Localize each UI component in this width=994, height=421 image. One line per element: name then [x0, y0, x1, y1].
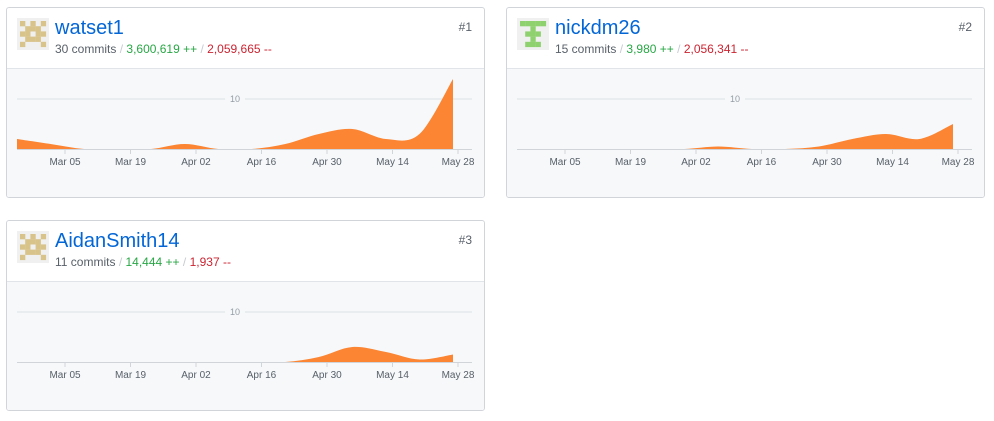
separator: / [119, 42, 124, 56]
x-tick-label: Mar 05 [49, 157, 81, 168]
commit-area [517, 124, 953, 149]
x-tick-label: Apr 30 [812, 157, 842, 168]
rank-label: #3 [458, 233, 472, 247]
commit-count[interactable]: 11 commits [55, 255, 115, 269]
x-tick-label: Apr 02 [181, 157, 211, 168]
deletions-count: 2,056,341 -- [683, 42, 749, 56]
contributor-username-link[interactable]: nickdm26 [555, 16, 641, 40]
commit-area [17, 346, 453, 362]
separator: / [182, 255, 187, 269]
deletions-count: 2,059,665 -- [207, 42, 272, 56]
contributor-stats: 15 commits / 3,980 ++ / 2,056,341 -- [555, 41, 749, 57]
separator: / [200, 42, 204, 56]
commit-count[interactable]: 15 commits [555, 42, 616, 56]
x-tick-label: May 14 [376, 370, 409, 381]
x-tick-label: Apr 16 [747, 157, 777, 168]
area-chart-svg: 10 Mar 05 Mar 19 Apr 02 Apr 16 Apr 30 May 14 Ma… [17, 79, 475, 168]
card-header: AidanSmith14 11 commits / 14,444 ++ / 1,… [7, 221, 484, 281]
card-header: watset1 30 commits / 3,600,619 ++ / 2,05… [7, 8, 484, 68]
commit-count[interactable]: 30 commits [55, 42, 116, 56]
contributor-card-2: nickdm26 15 commits / 3,980 ++ / 2,056,3… [506, 7, 985, 198]
contributor-card-3: AidanSmith14 11 commits / 14,444 ++ / 1,… [6, 220, 485, 411]
card-header: nickdm26 15 commits / 3,980 ++ / 2,056,3… [507, 8, 984, 68]
commit-area [17, 79, 453, 149]
separator: / [677, 42, 681, 56]
area-chart-svg: 10 Mar 05 Mar 19 Apr 02 Apr 16 Apr 30 May 14 Ma… [17, 305, 475, 381]
avatar-identicon-icon[interactable] [517, 18, 549, 50]
additions-count: 3,980 ++ [626, 42, 674, 56]
x-tick-label: Apr 30 [312, 157, 342, 168]
additions-count: 3,600,619 ++ [126, 42, 198, 56]
separator: / [118, 255, 123, 269]
contributor-stats: 11 commits / 14,444 ++ / 1,937 -- [55, 254, 231, 270]
x-tick-label: Apr 02 [181, 370, 211, 381]
y-tick-label: 10 [230, 94, 240, 104]
y-tick-label: 10 [230, 307, 240, 317]
rank-label: #1 [458, 20, 472, 34]
additions-count: 14,444 ++ [125, 255, 180, 269]
x-tick-label: Apr 02 [681, 157, 711, 168]
x-tick-label: Mar 19 [115, 157, 147, 168]
x-tick-label: May 28 [942, 157, 975, 168]
area-chart-svg: 10 Mar 05 Mar 19 Apr 02 Apr 16 Apr 30 May 14 Ma… [517, 92, 975, 168]
commit-activity-chart: 10 Mar 05 Mar 19 Apr 02 Apr 16 Apr 30 May 14 Ma… [7, 68, 484, 197]
x-tick-label: Mar 19 [115, 370, 147, 381]
deletions-count: 1,937 -- [189, 255, 231, 269]
x-tick-label: May 28 [442, 157, 475, 168]
commit-activity-chart: 10 Mar 05 Mar 19 Apr 02 Apr 16 Apr 30 May 14 Ma… [507, 68, 984, 197]
x-tick-label: Apr 16 [247, 157, 277, 168]
x-tick-label: May 14 [376, 157, 409, 168]
x-tick-label: Apr 16 [247, 370, 277, 381]
contributor-card-1: watset1 30 commits / 3,600,619 ++ / 2,05… [6, 7, 485, 198]
avatar-identicon-icon[interactable] [17, 231, 49, 263]
x-tick-label: Mar 19 [615, 157, 647, 168]
commit-activity-chart: 10 Mar 05 Mar 19 Apr 02 Apr 16 Apr 30 May 14 Ma… [7, 281, 484, 410]
x-tick-label: Apr 30 [312, 370, 342, 381]
avatar-identicon-icon[interactable] [17, 18, 49, 50]
x-tick-label: Mar 05 [49, 370, 81, 381]
contributor-stats: 30 commits / 3,600,619 ++ / 2,059,665 -- [55, 41, 272, 57]
x-tick-label: May 14 [876, 157, 909, 168]
contributor-username-link[interactable]: watset1 [55, 16, 124, 40]
contributor-username-link[interactable]: AidanSmith14 [55, 229, 180, 253]
x-tick-label: Mar 05 [549, 157, 581, 168]
rank-label: #2 [958, 20, 972, 34]
x-tick-label: May 28 [442, 370, 475, 381]
y-tick-label: 10 [730, 94, 740, 104]
separator: / [619, 42, 624, 56]
